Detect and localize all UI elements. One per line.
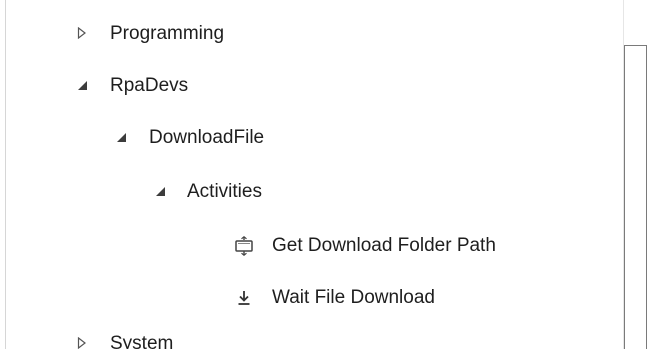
tree-item-system[interactable]: System [0,324,300,349]
tree-item-label: Programming [110,23,225,44]
tree-item-downloadfile[interactable]: DownloadFile [0,118,340,158]
tree-item-label: Get Download Folder Path [272,235,496,256]
vertical-scrollbar[interactable] [623,0,647,349]
tree-item-wait-file-download[interactable]: Wait File Download [0,278,435,318]
activities-tree: Programming RpaDevs DownloadFile Activit… [0,0,620,349]
tree-item-get-download-folder-path[interactable]: Get Download Folder Path [0,226,496,266]
download-arrow-icon [234,288,254,308]
scrollbar-thumb[interactable] [624,45,647,349]
tree-item-label: DownloadFile [149,127,265,148]
collapse-triangle-icon[interactable] [114,130,128,144]
expand-triangle-icon[interactable] [75,26,89,40]
expand-triangle-icon[interactable] [75,336,89,349]
tree-item-label: System [110,333,174,349]
tree-item-rpadevs[interactable]: RpaDevs [0,66,300,106]
tree-item-programming[interactable]: Programming [0,14,300,54]
tree-item-activities[interactable]: Activities [0,172,360,212]
collapse-triangle-icon[interactable] [75,78,89,92]
tree-item-label: Wait File Download [272,287,435,308]
folder-path-icon [234,236,254,256]
activities-panel: Programming RpaDevs DownloadFile Activit… [0,0,662,349]
tree-item-label: RpaDevs [110,75,189,96]
tree-item-label: Activities [187,181,262,202]
panel-right-edge [647,0,662,349]
collapse-triangle-icon[interactable] [153,184,167,198]
